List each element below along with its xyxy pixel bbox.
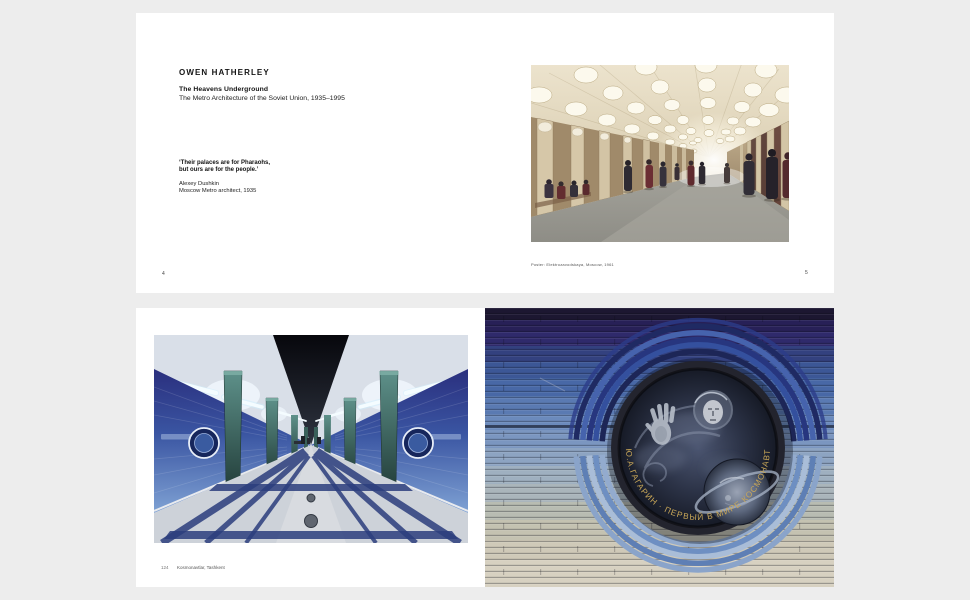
book-subtitle: The Metro Architecture of the Soviet Uni…	[179, 95, 345, 102]
plate-caption: Poster: Elektrozavodskaya, Moscow, 1961	[531, 262, 614, 267]
page-spread-photos: 124 Kosmonavtlar, Tashkent Ю.А.ГАГАРИН ·…	[136, 308, 834, 587]
author-heading: OWEN HATHERLEY	[179, 68, 270, 77]
photo-caption: Kosmonavtlar, Tashkent	[177, 565, 225, 570]
page-number-left: 4	[162, 271, 165, 277]
cosmonaut-face	[693, 390, 733, 430]
photo-kosmonavtlar-hall	[154, 335, 468, 543]
epigraph-attribution: Alexey Dushkin Moscow Metro architect, 1…	[179, 181, 256, 195]
page-number-right: 5	[805, 270, 808, 276]
kosmonavtlar-hall-illustration	[154, 335, 468, 543]
epigraph-line-2: but ours are for the people.’	[179, 166, 259, 173]
epigraph-source-role: Moscow Metro architect, 1935	[179, 187, 257, 194]
elektrozavodskaya-illustration	[531, 65, 789, 242]
photo-caption-row: 124 Kosmonavtlar, Tashkent	[161, 565, 225, 570]
photo-gagarin-medallion: Ю.А.ГАГАРИН · ПЕРВЫЙ В МИРЕ КОСМОНАВТ	[485, 308, 834, 587]
page-spread-title: OWEN HATHERLEY The Heavens Underground T…	[136, 13, 834, 293]
epigraph: ‘Their palaces are for Pharaohs, but our…	[179, 160, 270, 174]
gagarin-medallion-illustration: Ю.А.ГАГАРИН · ПЕРВЫЙ В МИРЕ КОСМОНАВТ	[485, 308, 834, 587]
photo-caption-page-number: 124	[161, 565, 169, 570]
medallion-disc: Ю.А.ГАГАРИН · ПЕРВЫЙ В МИРЕ КОСМОНАВТ	[607, 358, 793, 544]
epigraph-line-1: ‘Their palaces are for Pharaohs,	[179, 160, 271, 166]
epigraph-source-name: Alexey Dushkin	[179, 181, 219, 187]
book-spread-preview: { "top_spread": { "author": "OWEN HATHER…	[0, 0, 970, 600]
plate-image-elektrozavodskaya	[531, 65, 789, 242]
book-title: The Heavens Underground	[179, 86, 269, 93]
